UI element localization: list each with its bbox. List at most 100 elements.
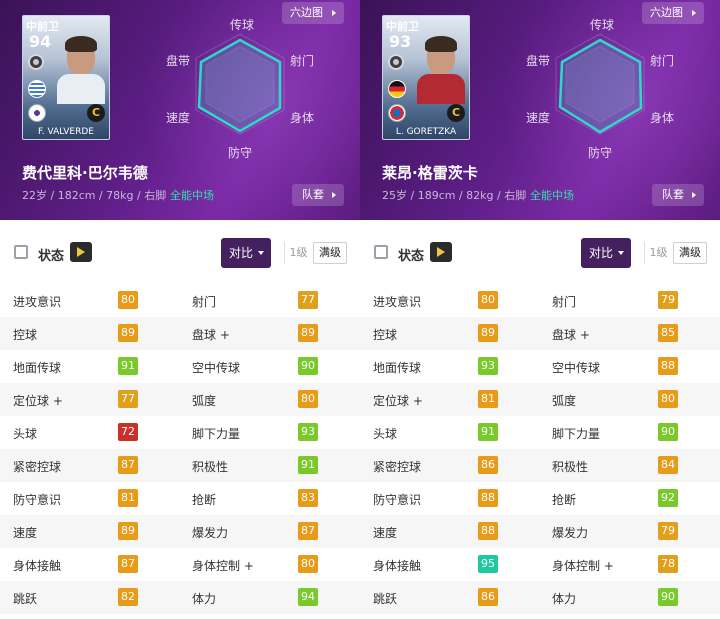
- stats-toolbar: 状态 对比 1级 满级: [0, 220, 360, 284]
- stat-value: 80: [118, 291, 138, 309]
- stat-row: 跳跃 82 体力 94: [0, 581, 360, 614]
- radar-label-physical: 身体: [650, 111, 675, 125]
- stat-value: 77: [118, 390, 138, 408]
- card-rating: 93: [389, 32, 412, 51]
- medal-icon: [388, 54, 404, 70]
- radar-svg: [555, 33, 645, 135]
- stat-value: 88: [658, 357, 678, 375]
- germany-flag-icon: [388, 80, 406, 98]
- stat-value: 91: [478, 423, 498, 441]
- stat-label: 积极性: [192, 460, 229, 474]
- stat-value: 80: [658, 390, 678, 408]
- radar-label-physical: 身体: [290, 111, 315, 125]
- player-card[interactable]: 中前卫 94 C F. VALVERDE: [22, 15, 110, 140]
- stat-label: 紧密控球: [373, 460, 422, 474]
- stat-label: 抢断: [552, 493, 577, 507]
- stat-label: 空中传球: [192, 361, 241, 375]
- stats-table: 进攻意识 80 射门 79 控球 89 盘球 + 85 地面传球 93 空中传球 88 定位球 + 81 弧…: [360, 284, 720, 614]
- stat-value: 79: [658, 291, 678, 309]
- stat-label: 跳跃: [373, 592, 398, 606]
- stat-row: 地面传球 91 空中传球 90: [0, 350, 360, 383]
- level-1-toggle[interactable]: 1级: [284, 242, 312, 264]
- stat-label: 身体控制 +: [552, 559, 614, 573]
- player-name: 莱昂·格雷茨卡: [382, 164, 478, 182]
- stat-label: 射门: [192, 295, 217, 309]
- radar-label-passing: 传球: [590, 18, 615, 32]
- player-role: 全能中场: [170, 189, 214, 202]
- player-card[interactable]: 中前卫 93 C L. GORETZKA: [382, 15, 470, 140]
- card-name: L. GORETZKA: [395, 127, 457, 137]
- radar-label-dribbling: 盘带: [526, 54, 551, 68]
- squad-button[interactable]: 队套: [652, 184, 704, 206]
- squad-label: 队套: [662, 188, 684, 201]
- max-level-toggle[interactable]: 满级: [673, 242, 707, 264]
- player-name: 费代里科·巴尔韦德: [22, 164, 148, 182]
- stat-value: 90: [298, 357, 318, 375]
- stat-label: 进攻意识: [13, 295, 62, 309]
- compare-button[interactable]: 对比: [581, 238, 631, 268]
- stat-label: 地面传球: [373, 361, 422, 375]
- caret-down-icon: [258, 251, 264, 255]
- player-photo: [53, 34, 109, 104]
- stat-row: 身体接触 95 身体控制 + 78: [360, 548, 720, 581]
- medal-icon: [28, 54, 44, 70]
- player-header: 中前卫 94 C F. VALVERDE 六边图 传球 射门 身体 防守 速度 …: [0, 0, 360, 220]
- stat-label: 爆发力: [192, 526, 229, 540]
- chevron-right-icon: [332, 10, 336, 16]
- stat-label: 体力: [192, 592, 217, 606]
- player-header: 中前卫 93 C L. GORETZKA 六边图 传球 射门 身体 防守 速度 …: [360, 0, 720, 220]
- uruguay-flag-icon: [28, 80, 46, 98]
- max-level-toggle[interactable]: 满级: [313, 242, 347, 264]
- level-1-toggle[interactable]: 1级: [644, 242, 672, 264]
- stat-label: 空中传球: [552, 361, 601, 375]
- stat-label: 盘球 +: [192, 328, 230, 342]
- player-info: 25岁 / 189cm / 82kg / 右脚: [382, 189, 527, 202]
- player-panel-valverde: 中前卫 94 C F. VALVERDE 六边图 传球 射门 身体 防守 速度 …: [0, 0, 360, 619]
- stat-value: 89: [298, 324, 318, 342]
- stat-label: 进攻意识: [373, 295, 422, 309]
- status-label: 状态: [38, 249, 65, 264]
- status-arrow-button[interactable]: [430, 242, 452, 262]
- stat-row: 身体接触 87 身体控制 + 80: [0, 548, 360, 581]
- stat-value: 81: [118, 489, 138, 507]
- stat-label: 射门: [552, 295, 577, 309]
- stat-value: 90: [658, 423, 678, 441]
- compare-button[interactable]: 对比: [221, 238, 271, 268]
- stat-label: 控球: [373, 328, 398, 342]
- stat-label: 防守意识: [13, 493, 62, 507]
- stat-value: 81: [478, 390, 498, 408]
- player-panel-goretzka: 中前卫 93 C L. GORETZKA 六边图 传球 射门 身体 防守 速度 …: [360, 0, 720, 619]
- stat-row: 紧密控球 86 积极性 84: [360, 449, 720, 482]
- stat-value: 90: [658, 588, 678, 606]
- status-label: 状态: [398, 249, 425, 264]
- stat-value: 87: [118, 555, 138, 573]
- stat-label: 地面传球: [13, 361, 62, 375]
- radar-chart: 传球 射门 身体 防守 速度 盘带: [160, 14, 320, 164]
- stat-row: 紧密控球 87 积极性 91: [0, 449, 360, 482]
- compare-label: 对比: [229, 246, 254, 260]
- chevron-right-icon: [692, 10, 696, 16]
- card-rating: 94: [29, 32, 52, 51]
- stat-value: 86: [478, 456, 498, 474]
- stat-row: 速度 88 爆发力 79: [360, 515, 720, 548]
- stat-value: 83: [298, 489, 318, 507]
- stat-row: 地面传球 93 空中传球 88: [360, 350, 720, 383]
- player-photo: [413, 34, 469, 104]
- stat-value: 93: [478, 357, 498, 375]
- stat-label: 弧度: [192, 394, 217, 408]
- stat-row: 定位球 + 81 弧度 80: [360, 383, 720, 416]
- radar-label-shooting: 射门: [290, 54, 315, 68]
- stat-row: 跳跃 86 体力 90: [360, 581, 720, 614]
- status-arrow-button[interactable]: [70, 242, 92, 262]
- stat-label: 积极性: [552, 460, 589, 474]
- stat-label: 头球: [373, 427, 398, 441]
- stat-row: 头球 91 脚下力量 90: [360, 416, 720, 449]
- stat-value: 79: [658, 522, 678, 540]
- stat-label: 跳跃: [13, 592, 38, 606]
- stat-label: 脚下力量: [552, 427, 601, 441]
- status-icon: [374, 245, 388, 259]
- chevron-right-icon: [692, 192, 696, 198]
- card-badge: C: [447, 104, 465, 122]
- squad-button[interactable]: 队套: [292, 184, 344, 206]
- stat-value: 94: [298, 588, 318, 606]
